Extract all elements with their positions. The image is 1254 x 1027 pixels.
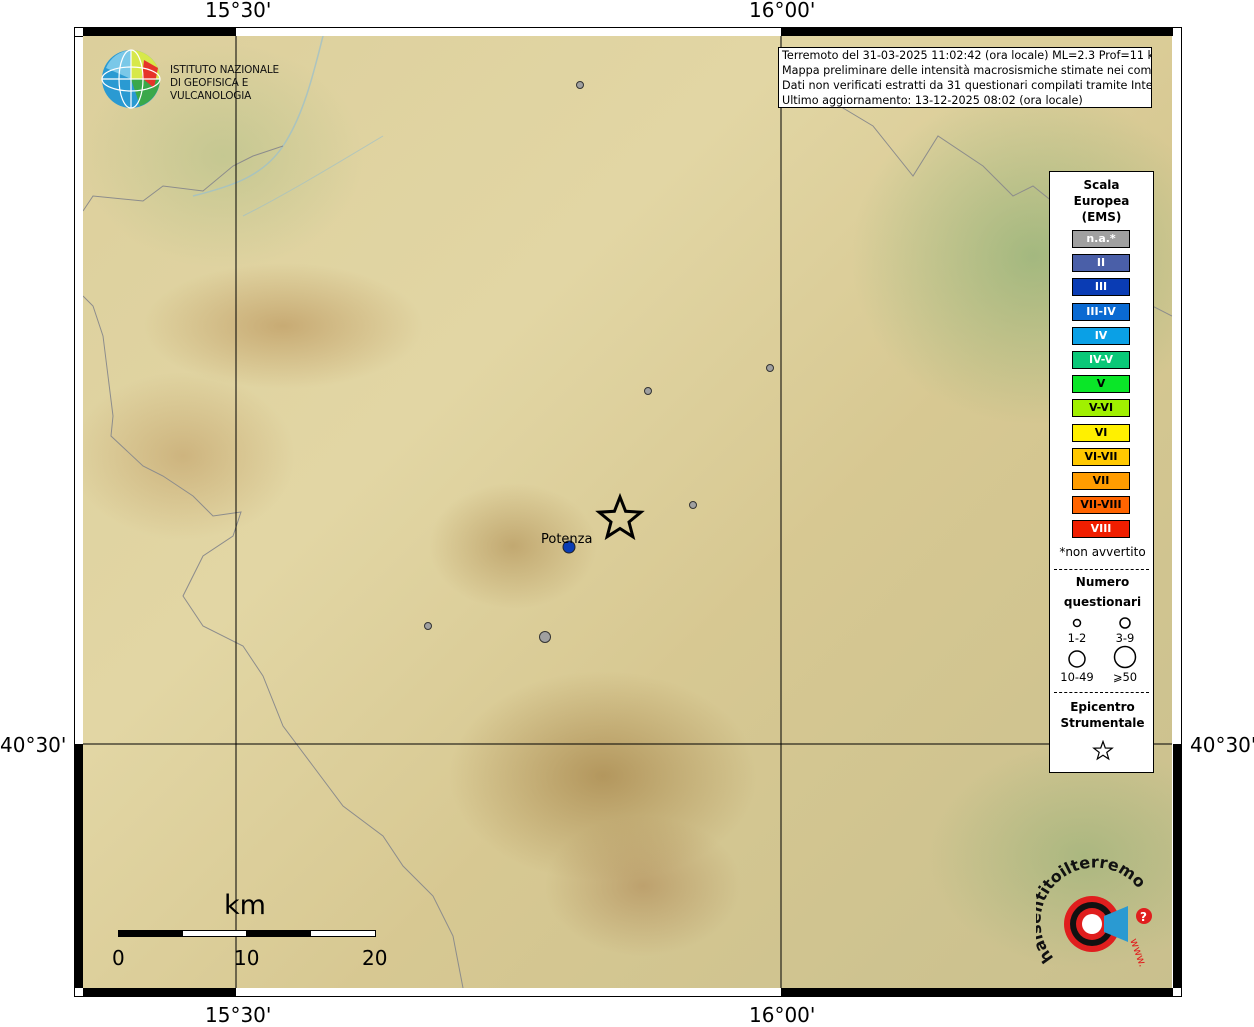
ingv-globe-icon	[101, 49, 161, 109]
ems-level-box: III-IV	[1072, 302, 1130, 321]
hai-sentito-logo-icon: haisentitoilterremoto.it ? www.	[1025, 843, 1152, 969]
legend-divider	[1054, 692, 1149, 693]
na-point	[424, 622, 432, 630]
ems-level-box: VIII	[1072, 520, 1130, 539]
city-label-potenza: Potenza	[541, 532, 593, 547]
non-avvertito-note: *non avvertito	[1059, 545, 1146, 559]
top-tick-label: 15°30'	[205, 0, 272, 22]
neatline-bar	[75, 744, 83, 988]
epicentro-title: Epicentro Strumentale	[1050, 699, 1155, 731]
right-tick-label: 40°30'	[1190, 733, 1254, 757]
na-point	[689, 501, 697, 509]
bottom-tick-label: 15°30'	[205, 1003, 272, 1027]
epicentro-title-line: Strumentale	[1060, 716, 1145, 730]
questionari-circle-small	[1072, 618, 1082, 628]
neatline-bar	[1173, 744, 1181, 988]
ingv-name-line1: ISTITUTO NAZIONALE	[170, 64, 279, 76]
neatline-bar	[75, 36, 83, 37]
top-tick-label: 16°00'	[749, 0, 816, 22]
ems-level-box: VI-VII	[1072, 447, 1130, 466]
ems-level-box: VI	[1072, 423, 1130, 442]
questionari-circle-xlarge	[1113, 645, 1137, 669]
questionari-circle-medium	[1119, 617, 1131, 629]
epicentre-star-icon	[595, 492, 645, 541]
questionari-label: 10-49	[1060, 670, 1094, 684]
questionari-circle-large	[1068, 650, 1086, 668]
na-point	[644, 387, 652, 395]
neatline-bar	[83, 988, 236, 996]
legend-divider	[1054, 569, 1149, 570]
legend-title-line: Europea	[1073, 194, 1130, 208]
ingv-logo: ISTITUTO NAZIONALE DI GEOFISICA E VULCAN…	[100, 48, 315, 110]
legend-title-line: (EMS)	[1081, 210, 1122, 224]
event-info-line: Ultimo aggiornamento: 13-12-2025 08:02 (…	[782, 94, 1083, 107]
ems-level-box: V-VI	[1072, 399, 1130, 418]
questionari-label: 3-9	[1115, 631, 1135, 645]
questionari-label: 1-2	[1067, 631, 1087, 645]
event-info-line: Dati non verificati estratti da 31 quest…	[782, 79, 1152, 92]
ems-level-box: n.a.*	[1072, 230, 1130, 248]
scale-label: 20	[362, 946, 388, 970]
ems-level-box: V	[1072, 375, 1130, 394]
relief-map[interactable]: Potenza	[83, 36, 1172, 988]
scale-label: 0	[112, 946, 125, 970]
neatline-bar	[781, 988, 1173, 996]
scale-bar-segments	[118, 930, 376, 937]
legend-panel: Scala Europea (EMS) n.a.* II III III-IV IV IV…	[1049, 171, 1154, 773]
epicentro-title-line: Epicentro	[1070, 700, 1135, 714]
neatline-bar	[781, 28, 1173, 36]
scale-segment	[118, 930, 183, 937]
ingv-name-line2: DI GEOFISICA E VULCANOLOGIA	[170, 77, 252, 102]
legend-title: Scala Europea (EMS)	[1050, 177, 1153, 225]
scale-unit: km	[224, 890, 266, 921]
scale-segment	[246, 930, 311, 937]
questionari-title-line: Numero	[1075, 575, 1130, 589]
svg-text:?: ?	[1140, 910, 1147, 924]
na-point	[539, 631, 551, 643]
ems-level-box: VII	[1072, 472, 1130, 490]
map-overlay	[83, 36, 1172, 988]
event-info-box: Terremoto del 31-03-2025 11:02:42 (ora l…	[778, 47, 1152, 108]
event-info-line: Terremoto del 31-03-2025 11:02:42 (ora l…	[782, 49, 1152, 62]
bottom-tick-label: 16°00'	[749, 1003, 816, 1027]
questionari-label: ⩾50	[1112, 670, 1138, 684]
scale-label: 10	[234, 946, 260, 970]
hai-sentito-il-terremoto-logo[interactable]: haisentitoilterremoto.it ? www.	[1025, 843, 1166, 988]
event-info-line: Mappa preliminare delle intensità macros…	[782, 64, 1152, 77]
scale-bar: km 0 10 20	[100, 890, 400, 970]
ems-level-box: III	[1072, 278, 1130, 297]
ems-level-box: IV-V	[1072, 351, 1130, 369]
na-point	[576, 81, 584, 89]
questionari-title-line: questionari	[1063, 595, 1142, 609]
epicentre-legend-star-icon	[1092, 740, 1114, 761]
ems-level-box: IV	[1072, 326, 1130, 345]
www-text: www.	[1127, 937, 1149, 969]
scale-segment	[310, 930, 376, 937]
ems-level-box: VII-VIII	[1072, 496, 1130, 515]
left-tick-label: 40°30'	[0, 733, 67, 757]
questionari-title: Numero questionari	[1050, 572, 1155, 612]
neatline-bar	[83, 28, 236, 36]
legend-title-line: Scala	[1083, 178, 1120, 192]
scale-segment	[182, 930, 247, 937]
na-point	[766, 364, 774, 372]
ems-level-box: II	[1072, 254, 1130, 273]
